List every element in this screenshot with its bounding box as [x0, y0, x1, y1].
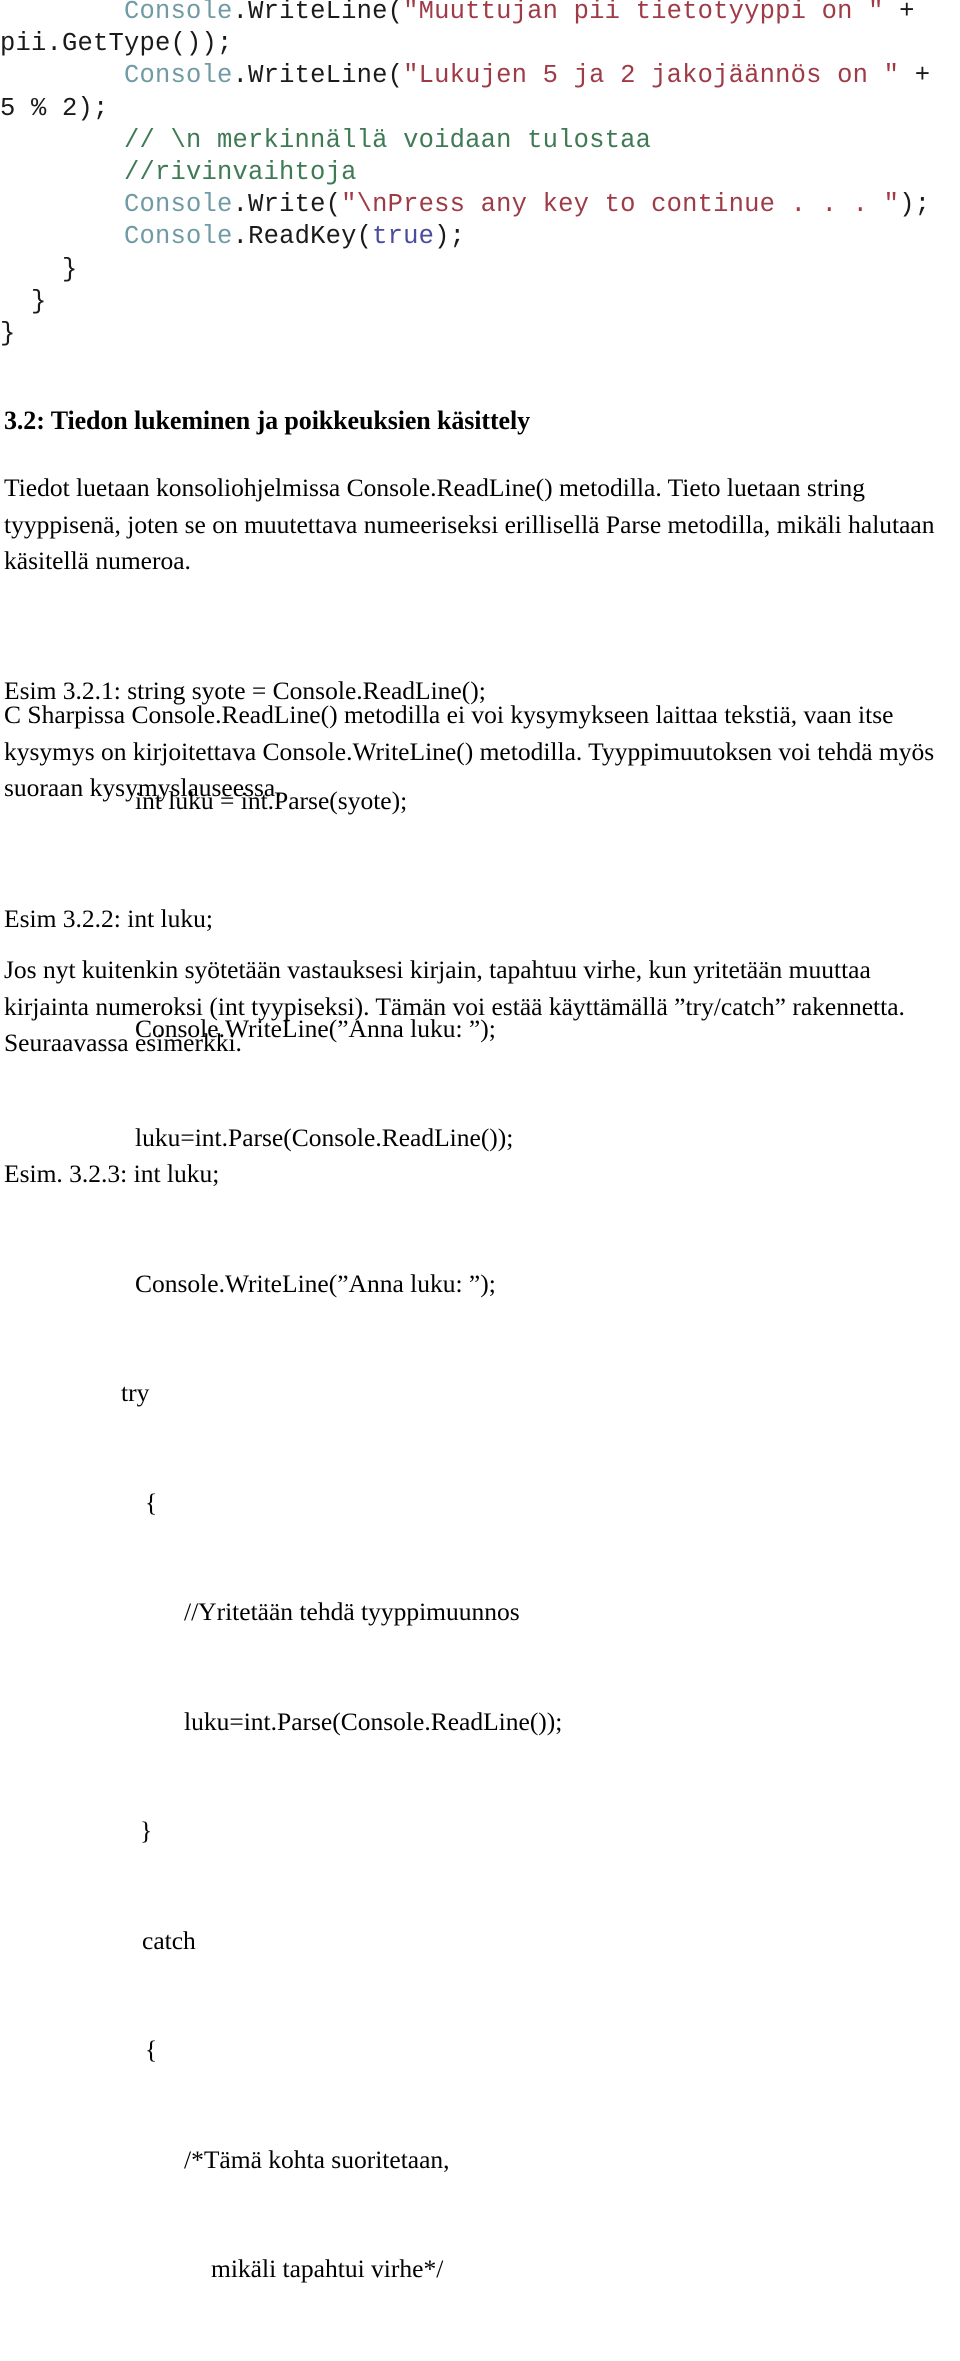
- code-token-type: Console: [124, 190, 233, 220]
- example-3-2-3-line-2: Console.WriteLine(”Anna luku: ”);: [135, 1268, 496, 1298]
- code-token-plain: );: [899, 190, 931, 220]
- example-3-2-3: Esim. 3.2.3: int luku; Console.WriteLine…: [4, 1083, 948, 2361]
- code-token-string: "\nPress any key to continue . . . ": [341, 190, 900, 220]
- code-token-plain: );: [434, 222, 466, 252]
- paragraph-3-text: Jos nyt kuitenkin syötetään vastauksesi …: [4, 955, 905, 1057]
- code-token-plain: }: [0, 254, 78, 284]
- code-token-plain: .WriteLine(: [232, 0, 404, 26]
- code-line: Console.WriteLine("Lukujen 5 ja 2 jakojä…: [0, 60, 960, 124]
- code-token-type: Console: [124, 61, 233, 91]
- example-3-2-3-line-3: try: [121, 1378, 150, 1407]
- paragraph-3: Jos nyt kuitenkin syötetään vastauksesi …: [4, 952, 948, 1062]
- code-token-plain: }: [0, 286, 47, 316]
- code-line: // \n merkinnällä voidaan tulostaa: [0, 125, 960, 157]
- paragraph-2: C Sharpissa Console.ReadLine() metodilla…: [4, 697, 948, 807]
- code-token-plain: .ReadKey(: [232, 222, 373, 252]
- code-token-comment: //rivinvaihtoja: [124, 158, 357, 188]
- code-token-kw: true: [372, 222, 435, 252]
- code-token-string: "Lukujen 5 ja 2 jakojäännös on ": [403, 61, 900, 91]
- example-3-2-3-line-9: {: [145, 2035, 158, 2064]
- code-token-plain: .Write(: [232, 190, 342, 220]
- example-3-2-3-line-7: }: [140, 1816, 153, 1845]
- code-listing: Console.WriteLine("Muuttujan pii tietoty…: [0, 0, 960, 350]
- code-token-plain: .WriteLine(: [232, 61, 404, 91]
- example-3-2-3-line-5: //Yritetään tehdä tyyppimuunnos: [184, 1597, 520, 1626]
- code-token-type: Console: [124, 0, 233, 26]
- code-token-plain: }: [0, 319, 16, 349]
- code-token-comment: // \n merkinnällä voidaan tulostaa: [124, 125, 652, 155]
- paragraph-1-text: Tiedot luetaan konsoliohjelmissa Console…: [4, 473, 935, 575]
- document-page: Console.WriteLine("Muuttujan pii tietoty…: [0, 0, 960, 2283]
- code-line: Console.Write("\nPress any key to contin…: [0, 189, 960, 221]
- paragraph-2-text: C Sharpissa Console.ReadLine() metodilla…: [4, 700, 935, 802]
- example-3-2-3-line-8: catch: [142, 1925, 196, 1955]
- example-3-2-3-line-6: luku=int.Parse(Console.ReadLine());: [184, 1706, 563, 1736]
- example-3-2-3-line-11: mikäli tapahtui virhe*/: [211, 2254, 444, 2283]
- code-line: }: [0, 286, 960, 318]
- example-3-2-3-line-1: Esim. 3.2.3: int luku;: [4, 1159, 220, 1188]
- code-line: //rivinvaihtoja: [0, 157, 960, 189]
- code-line: }: [0, 318, 960, 350]
- code-line: Console.WriteLine("Muuttujan pii tietoty…: [0, 0, 960, 60]
- code-line: Console.ReadKey(true);: [0, 221, 960, 253]
- code-line: }: [0, 254, 960, 286]
- example-3-2-2-line-1: Esim 3.2.2: int luku;: [4, 904, 213, 933]
- example-3-2-3-line-4: {: [145, 1487, 158, 1517]
- code-token-type: Console: [124, 222, 233, 252]
- paragraph-1: Tiedot luetaan konsoliohjelmissa Console…: [4, 470, 948, 580]
- code-token-string: "Muuttujan pii tietotyyppi on ": [403, 0, 884, 26]
- example-3-2-3-line-10: /*Tämä kohta suoritetaan,: [184, 2144, 450, 2174]
- section-heading: 3.2: Tiedon lukeminen ja poikkeuksien kä…: [4, 406, 531, 435]
